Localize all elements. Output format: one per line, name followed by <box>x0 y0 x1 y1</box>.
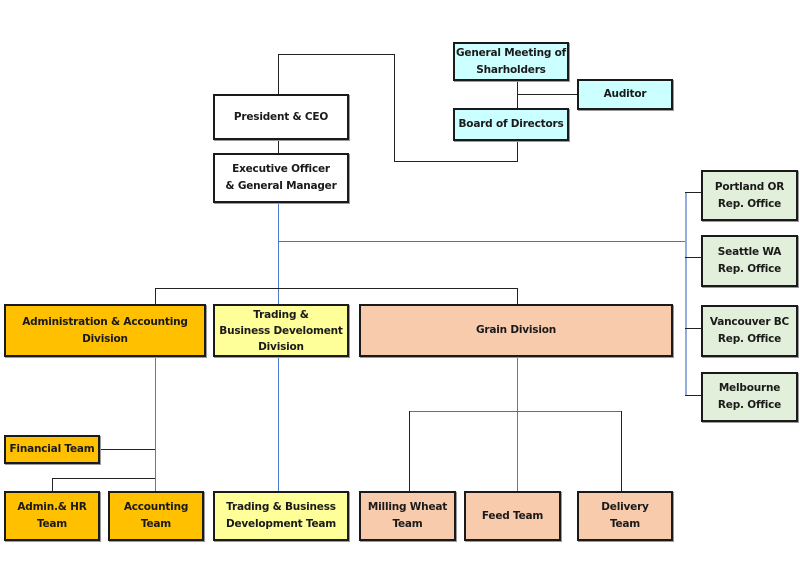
node-board-of-directors: Board of Directors <box>453 108 569 141</box>
connector-president-board <box>517 140 518 162</box>
node-auditor: Auditor <box>577 79 673 110</box>
node-admin-hr-team: Admin.& HR Team <box>4 491 100 541</box>
connector-milling <box>409 411 410 491</box>
node-trading-bd-division: Trading & Business Develoment Division <box>213 304 349 357</box>
node-general-meeting: General Meeting of Sharholders <box>453 42 569 81</box>
node-rep-office-vancouver: Vancouver BC Rep. Office <box>701 305 798 357</box>
node-rep-office-melbourne: Melbourne Rep. Office <box>701 372 798 422</box>
connector-admin-hr <box>52 478 53 491</box>
connector-president-eo <box>278 139 279 153</box>
node-rep-office-portland: Portland OR Rep. Office <box>701 170 798 221</box>
node-president-ceo: President & CEO <box>213 94 349 140</box>
node-rep-office-seattle: Seattle WA Rep. Office <box>701 235 798 287</box>
connector-admin-trunk <box>155 356 156 491</box>
connector-rep-portland <box>685 192 701 193</box>
node-admin-accounting-division: Administration & Accounting Division <box>4 304 206 357</box>
connector-president-board <box>278 54 395 55</box>
node-financial-team: Financial Team <box>4 435 100 464</box>
connector-rep-melbourne <box>685 395 701 396</box>
connector-delivery <box>621 411 622 491</box>
connector-rep-vancouver <box>685 328 701 329</box>
connector-admin-hr <box>52 478 155 479</box>
connector-rep-offices <box>278 241 686 242</box>
node-trading-bd-team: Trading & Business Development Team <box>213 491 349 541</box>
connector-grain-teams <box>409 411 622 412</box>
node-feed-team: Feed Team <box>464 491 561 541</box>
connector-div-admin <box>155 288 156 304</box>
node-delivery-team: Delivery Team <box>577 491 673 541</box>
connector-president-board <box>278 54 279 94</box>
org-chart: General Meeting of Sharholders Auditor B… <box>0 0 800 570</box>
connector-divisions <box>155 288 518 289</box>
connector-div-grain <box>517 288 518 304</box>
connector-financial <box>99 449 155 450</box>
connector-auditor <box>517 94 577 95</box>
connector-president-board <box>394 161 518 162</box>
connector-rep-trunk <box>685 192 687 396</box>
node-executive-officer-gm: Executive Officer & General Manager <box>213 153 349 203</box>
node-accounting-team: Accounting Team <box>108 491 204 541</box>
connector-president-board <box>394 54 395 162</box>
connector-trading-trunk <box>278 356 279 491</box>
connector-grain-trunk <box>517 356 518 491</box>
node-milling-wheat-team: Milling Wheat Team <box>359 491 456 541</box>
node-grain-division: Grain Division <box>359 304 673 357</box>
connector-rep-seattle <box>685 257 701 258</box>
